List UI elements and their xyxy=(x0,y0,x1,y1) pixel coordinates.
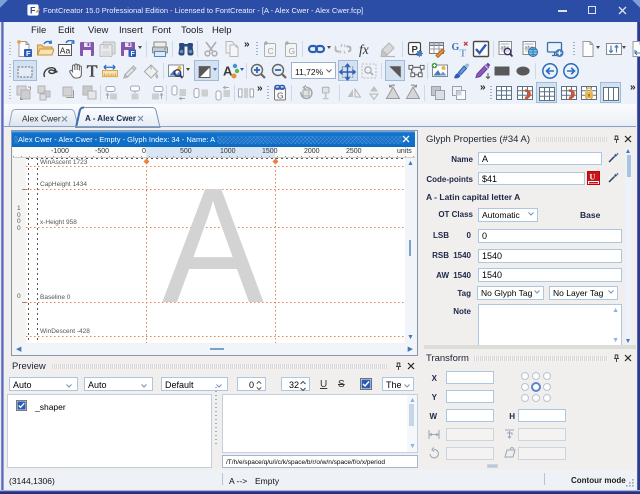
svg-text:G: G xyxy=(289,46,296,56)
svg-text:A - Alex Cwer: A - Alex Cwer xyxy=(85,114,136,123)
svg-text:C: C xyxy=(268,46,274,56)
svg-text:Aa: Aa xyxy=(60,46,71,56)
svg-text:fx: fx xyxy=(359,42,369,57)
svg-text:F: F xyxy=(131,51,136,58)
svg-text:G: G xyxy=(452,42,460,53)
svg-text:F: F xyxy=(26,49,31,58)
svg-text:U: U xyxy=(590,173,596,182)
svg-text:Alex Cwer: Alex Cwer xyxy=(22,114,61,124)
svg-text:F: F xyxy=(30,6,36,16)
svg-text:A: A xyxy=(223,64,233,79)
svg-text:T: T xyxy=(460,49,467,59)
svg-text:G: G xyxy=(277,91,284,101)
